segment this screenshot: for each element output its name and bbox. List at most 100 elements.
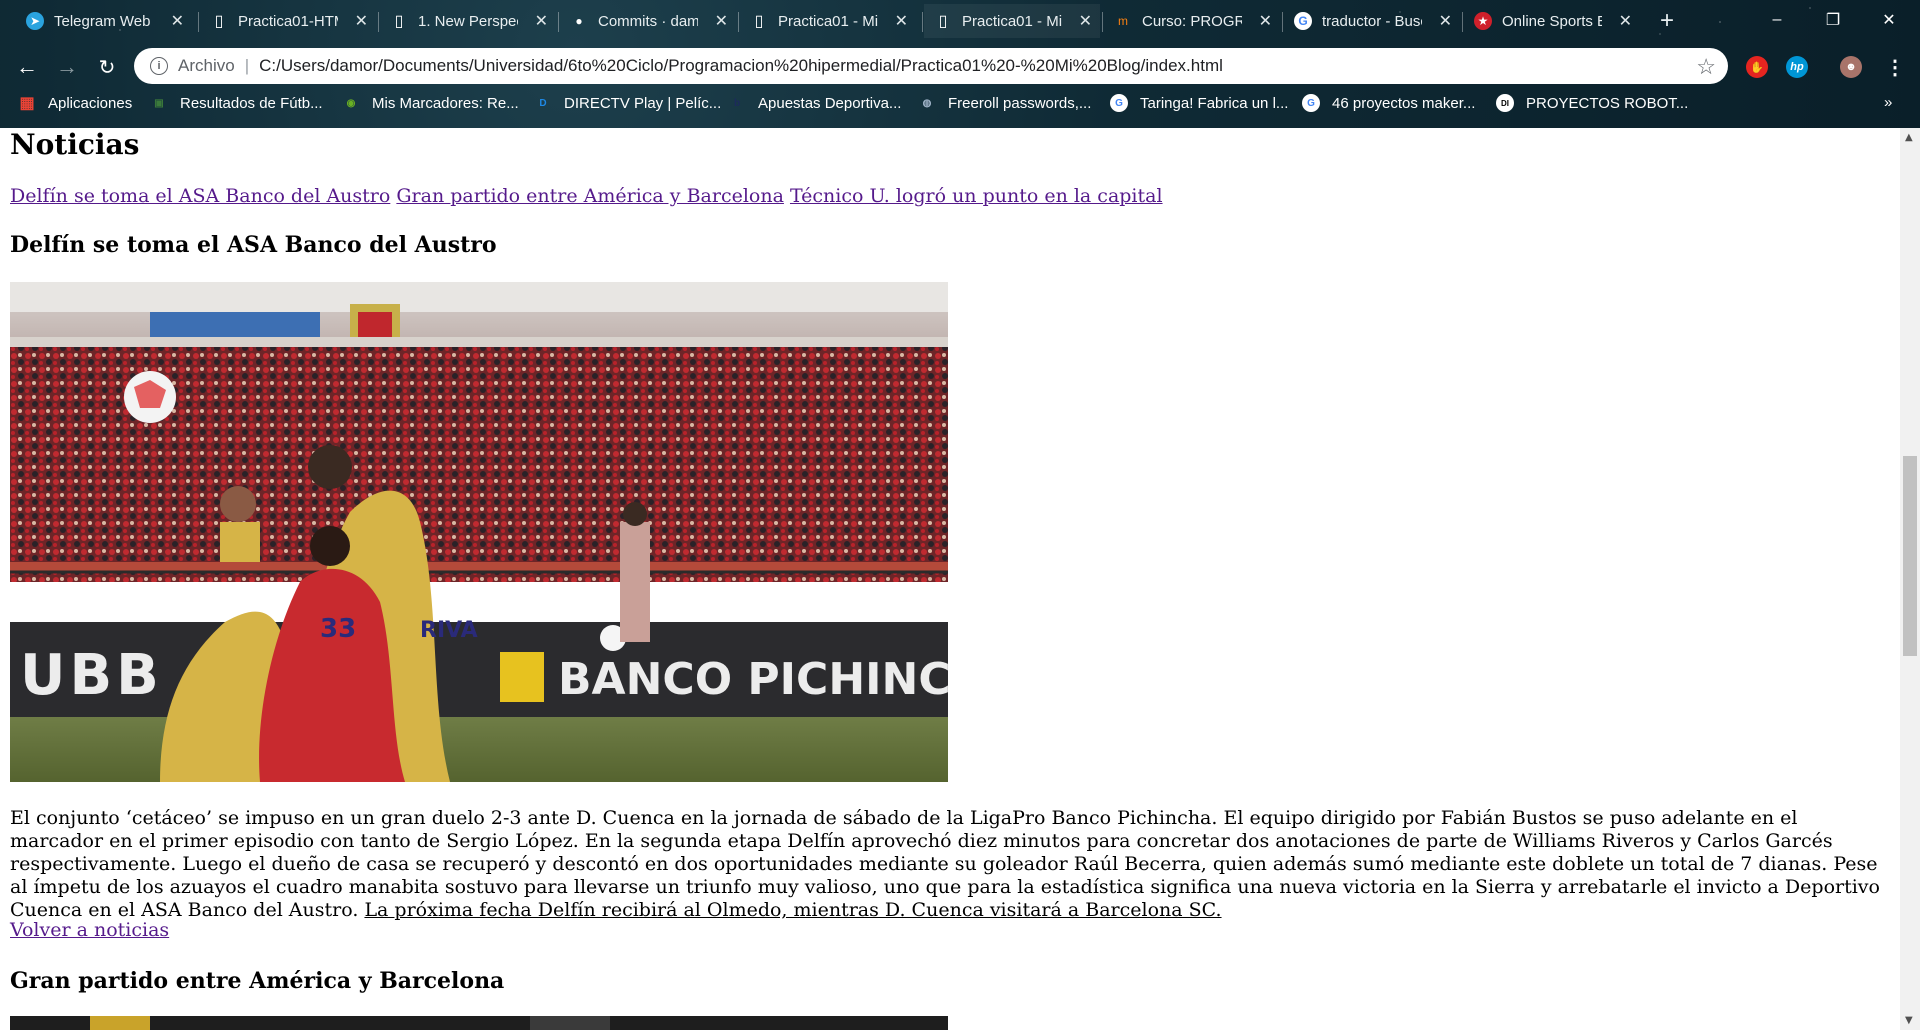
new-tab-button[interactable]: +: [1650, 4, 1684, 38]
bookmark-label: Freeroll passwords,...: [948, 94, 1092, 112]
bookmark-item[interactable]: ▣ Resultados de Fútb...: [150, 94, 323, 112]
close-tab-icon[interactable]: ✕: [355, 11, 368, 31]
article1-heading: Delfín se toma el ASA Banco del Austro: [10, 232, 497, 258]
page-title: Noticias: [10, 128, 140, 161]
news-link-delfin[interactable]: Delfín se toma el ASA Banco del Austro: [10, 185, 390, 207]
bookmark-label: 46 proyectos maker...: [1332, 94, 1476, 112]
browser-tab[interactable]: ▯ Practica01-HTML ✕: [200, 4, 376, 38]
bookmark-label: Resultados de Fútb...: [180, 94, 323, 112]
menu-kebab-icon[interactable]: ⋮: [1884, 56, 1906, 79]
tab-title: 1. New Perspective: [418, 12, 518, 30]
close-tab-icon[interactable]: ✕: [1439, 11, 1452, 31]
google-icon: G: [1302, 94, 1320, 112]
scroll-down-arrow-icon[interactable]: ▼: [1905, 1015, 1913, 1026]
github-icon: ●: [575, 14, 583, 28]
document-icon: ▯: [938, 13, 948, 30]
svg-text:UBB: UBB: [20, 643, 163, 708]
tab-separator: [1282, 12, 1283, 32]
apps-grid-icon: ▦: [19, 95, 35, 112]
address-divider: |: [244, 56, 250, 75]
bookmark-item[interactable]: ▦ Aplicaciones: [18, 94, 132, 113]
page-viewport: Noticias Delfín se toma el ASA Banco del…: [0, 128, 1900, 1030]
tab-title: Practica01 - Mi Blog: [962, 12, 1062, 30]
close-tab-icon[interactable]: ✕: [715, 11, 728, 31]
bookmark-label: DIRECTV Play | Pelíc...: [564, 94, 722, 112]
scoreboard-icon: ▣: [154, 97, 164, 109]
minimize-button[interactable]: –: [1754, 6, 1800, 34]
bookmark-item[interactable]: DI PROYECTOS ROBOT...: [1496, 94, 1688, 112]
document-icon: ▯: [754, 13, 764, 30]
close-window-button[interactable]: ✕: [1866, 6, 1912, 34]
news-nav: Delfín se toma el ASA Banco del Austro G…: [10, 185, 1163, 207]
close-tab-icon[interactable]: ✕: [535, 11, 548, 31]
bookmark-item[interactable]: D DIRECTV Play | Pelíc...: [534, 94, 721, 112]
tab-separator: [738, 12, 739, 32]
browser-tab[interactable]: ▯ 1. New Perspective ✕: [380, 4, 556, 38]
bookmark-item[interactable]: ◍ Freeroll passwords,...: [918, 94, 1092, 112]
profile-avatar[interactable]: ☻: [1840, 56, 1862, 78]
browser-tab[interactable]: m Curso: PROGRAMACIÓN ✕: [1104, 4, 1280, 38]
bookmark-label: Taringa! Fabrica un l...: [1140, 94, 1289, 112]
bookmarks-overflow-button[interactable]: »: [1884, 94, 1892, 111]
close-tab-icon[interactable]: ✕: [1619, 11, 1632, 31]
bookmark-item[interactable]: G 46 proyectos maker...: [1302, 94, 1475, 112]
browser-tab[interactable]: ● Commits · damor ✕: [560, 4, 736, 38]
back-to-news-link[interactable]: Volver a noticias: [10, 919, 169, 941]
browser-toolbar: ← → ↻ i Archivo | C:/Users/damor/Documen…: [0, 44, 1920, 88]
browser-tab[interactable]: Gtraductor - Buscar ✕: [1284, 4, 1460, 38]
bookmark-item[interactable]: G Taringa! Fabrica un l...: [1110, 94, 1288, 112]
document-icon: ▯: [214, 13, 224, 30]
tab-title: traductor - Buscar: [1322, 12, 1422, 30]
adblock-extension-icon[interactable]: ✋: [1746, 56, 1768, 78]
photo-banner-text: BANCO PICHINCHA: [558, 654, 948, 705]
browser-tab[interactable]: ▯ Practica01 - Mi Blog ✕: [740, 4, 916, 38]
address-bar[interactable]: i Archivo | C:/Users/damor/Documents/Uni…: [134, 48, 1728, 84]
article1-photo: UBB BANCO PICHINCHA 33 RIVA: [10, 282, 948, 782]
browser-tab[interactable]: ➤ Telegram Web ✕: [16, 4, 192, 38]
telegram-icon: ➤: [26, 12, 44, 30]
back-arrow-icon[interactable]: ←: [12, 52, 42, 82]
bookmark-item[interactable]: b Apuestas Deportiva...: [728, 94, 901, 112]
tab-title: Practica01-HTML: [238, 12, 338, 30]
svg-text:RIVA: RIVA: [420, 618, 478, 643]
article1-inline-link[interactable]: La próxima fecha Delfín recibirá al Olme…: [364, 899, 1221, 921]
tab-separator: [922, 12, 923, 32]
bookmark-label: Mis Marcadores: Re...: [372, 94, 519, 112]
news-link-america-barcelona[interactable]: Gran partido entre América y Barcelona: [396, 185, 784, 207]
address-url[interactable]: C:/Users/damor/Documents/Universidad/6to…: [259, 56, 1223, 76]
betting-icon: b: [733, 97, 741, 109]
bookmark-label: Apuestas Deportiva...: [758, 94, 902, 112]
moodle-icon: m: [1118, 14, 1128, 28]
bookmark-item[interactable]: ◉ Mis Marcadores: Re...: [342, 94, 519, 112]
tab-separator: [558, 12, 559, 32]
hp-extension-icon[interactable]: hp: [1786, 56, 1808, 78]
svg-text:33: 33: [320, 614, 356, 644]
restore-button[interactable]: ❐: [1810, 6, 1856, 34]
vertical-scrollbar[interactable]: ▲ ▼: [1900, 128, 1920, 1030]
scrollbar-thumb[interactable]: [1903, 456, 1917, 656]
tab-separator: [1102, 12, 1103, 32]
forward-arrow-icon[interactable]: →: [52, 52, 82, 82]
browser-tab[interactable]: ★ Online Sports Betting ✕: [1464, 4, 1640, 38]
close-tab-icon[interactable]: ✕: [171, 11, 184, 31]
close-tab-icon[interactable]: ✕: [895, 11, 908, 31]
bookmark-star-icon[interactable]: ☆: [1696, 54, 1716, 80]
scroll-up-arrow-icon[interactable]: ▲: [1905, 132, 1913, 143]
news-link-tecnico-u[interactable]: Técnico U. logró un punto en la capital: [790, 185, 1163, 207]
info-icon[interactable]: i: [150, 57, 168, 75]
document-icon: ▯: [394, 13, 404, 30]
close-tab-icon[interactable]: ✕: [1259, 11, 1272, 31]
google-icon: G: [1294, 12, 1312, 30]
sports-icon: ★: [1474, 12, 1492, 30]
directv-icon: D: [539, 97, 547, 109]
reload-icon[interactable]: ↻: [92, 52, 122, 82]
tab-title: Telegram Web: [54, 12, 151, 30]
tab-title: Online Sports Betting: [1502, 12, 1602, 30]
browser-tab[interactable]: ▯ Practica01 - Mi Blog ✕: [924, 4, 1100, 38]
tab-title: Practica01 - Mi Blog: [778, 12, 878, 30]
bookmarks-bar: ▦ Aplicaciones ▣ Resultados de Fútb... ◉ Mis …: [0, 90, 1920, 120]
bookmark-label: PROYECTOS ROBOT...: [1526, 94, 1689, 112]
close-tab-icon[interactable]: ✕: [1079, 11, 1092, 31]
tab-separator: [198, 12, 199, 32]
tab-separator: [1462, 12, 1463, 32]
